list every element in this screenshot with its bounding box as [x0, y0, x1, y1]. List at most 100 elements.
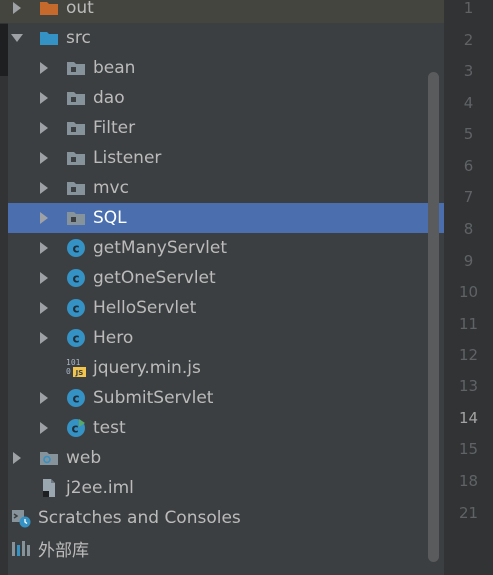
- tree-item-label: out: [66, 0, 94, 18]
- tree-item-scratches-and-consoles[interactable]: Scratches and Consoles: [0, 503, 444, 533]
- tree-item-getmanyservlet[interactable]: c getManyServlet: [0, 233, 444, 263]
- package-icon: [65, 177, 87, 199]
- tree-item-label: SubmitServlet: [93, 388, 214, 408]
- collapsed-arrow-icon[interactable]: [37, 181, 51, 195]
- collapsed-arrow-icon[interactable]: [37, 391, 51, 405]
- collapsed-arrow-icon[interactable]: [37, 241, 51, 255]
- svg-text:c: c: [72, 242, 79, 256]
- tree-item-filter[interactable]: Filter: [0, 113, 444, 143]
- package-icon: [65, 57, 87, 79]
- tree-item-label: test: [93, 418, 126, 438]
- tree-item-helloservlet[interactable]: c HelloServlet: [0, 293, 444, 323]
- expanded-arrow-icon[interactable]: [10, 31, 24, 45]
- tree-item-label: getManyServlet: [93, 238, 227, 258]
- package-icon: [65, 147, 87, 169]
- tree-item-label: SQL: [93, 208, 127, 228]
- line-number: 9: [463, 252, 474, 270]
- line-number: 8: [463, 220, 474, 238]
- tree-item-j2ee-iml[interactable]: j2ee.iml: [0, 473, 444, 503]
- class-icon: c: [65, 297, 87, 319]
- svg-text:c: c: [72, 392, 79, 406]
- line-number: 18: [458, 472, 479, 490]
- svg-text:c: c: [72, 272, 79, 286]
- line-number: 14: [458, 409, 479, 427]
- collapsed-arrow-icon[interactable]: [37, 331, 51, 345]
- package-icon: [65, 117, 87, 139]
- tree-item-label: src: [66, 28, 91, 48]
- line-number: 1: [463, 0, 474, 17]
- tree-item-external-libraries[interactable]: 外部库: [0, 533, 444, 563]
- tree-item-mvc[interactable]: mvc: [0, 173, 444, 203]
- svg-text:JS: JS: [75, 369, 84, 377]
- tree-item-label: Hero: [93, 328, 134, 348]
- collapsed-arrow-icon[interactable]: [37, 421, 51, 435]
- tree-item-label: Scratches and Consoles: [38, 508, 241, 528]
- tree-item-src[interactable]: src: [0, 23, 444, 53]
- tree-item-label: web: [66, 448, 102, 468]
- web-folder-icon: [38, 447, 60, 469]
- line-number: 10: [458, 283, 479, 301]
- libraries-icon: [10, 537, 32, 559]
- collapsed-arrow-icon[interactable]: [37, 301, 51, 315]
- collapsed-arrow-icon[interactable]: [10, 1, 24, 15]
- tree-item-label: 外部库: [38, 540, 89, 561]
- tree-item-label: bean: [93, 58, 136, 78]
- package-icon: [65, 87, 87, 109]
- tree-item-bean[interactable]: bean: [0, 53, 444, 83]
- tree-item-label: jquery.min.js: [93, 358, 201, 378]
- class-icon: c: [65, 267, 87, 289]
- line-number: 5: [463, 125, 474, 143]
- svg-text:0: 0: [66, 367, 71, 376]
- svg-text:101: 101: [66, 358, 81, 367]
- collapsed-arrow-icon[interactable]: [10, 451, 24, 465]
- project-tree[interactable]: out src bean dao Filter Listener mvc SQL c getMan…: [0, 0, 444, 575]
- javascript-file-icon: 101 0 JS: [65, 357, 87, 379]
- source-folder-icon: [38, 27, 60, 49]
- scratches-icon: [10, 507, 32, 529]
- arrow-placeholder: [10, 481, 24, 495]
- line-number: 15: [458, 440, 479, 458]
- collapsed-arrow-icon[interactable]: [37, 211, 51, 225]
- tree-item-sql[interactable]: SQL: [8, 203, 444, 233]
- class-icon: c: [65, 327, 87, 349]
- editor-gutter: 1 2 3 4 5 6 7 8 9 10 11 12 13 14 15 18 21: [444, 0, 493, 575]
- tree-scrollbar[interactable]: [428, 72, 439, 562]
- class-icon: c: [65, 237, 87, 259]
- collapsed-arrow-icon[interactable]: [37, 271, 51, 285]
- line-number: 13: [458, 377, 479, 395]
- svg-text:c: c: [72, 302, 79, 316]
- tree-item-label: mvc: [93, 178, 129, 198]
- tree-item-web[interactable]: web: [0, 443, 444, 473]
- package-icon: [65, 207, 87, 229]
- tree-item-label: Filter: [93, 118, 136, 138]
- tree-item-out[interactable]: out: [0, 0, 444, 23]
- tree-item-listener[interactable]: Listener: [0, 143, 444, 173]
- collapsed-arrow-icon[interactable]: [37, 91, 51, 105]
- collapsed-arrow-icon[interactable]: [37, 151, 51, 165]
- runnable-class-icon: c: [65, 417, 87, 439]
- tree-item-dao[interactable]: dao: [0, 83, 444, 113]
- svg-text:c: c: [72, 332, 79, 346]
- line-number: 12: [458, 346, 479, 364]
- class-icon: c: [65, 387, 87, 409]
- tree-item-label: j2ee.iml: [66, 478, 134, 498]
- line-number: 6: [463, 157, 474, 175]
- line-number: 2: [463, 31, 474, 49]
- svg-text:c: c: [71, 422, 78, 436]
- tree-item-test[interactable]: c test: [0, 413, 444, 443]
- module-file-icon: [38, 477, 60, 499]
- collapsed-arrow-icon[interactable]: [37, 61, 51, 75]
- tree-item-submitservlet[interactable]: c SubmitServlet: [0, 383, 444, 413]
- line-number: 4: [463, 94, 474, 112]
- tree-item-hero[interactable]: c Hero: [0, 323, 444, 353]
- tree-item-label: HelloServlet: [93, 298, 197, 318]
- tree-item-label: Listener: [93, 148, 162, 168]
- tree-item-label: dao: [93, 88, 125, 108]
- arrow-placeholder: [37, 361, 51, 375]
- tree-item-getoneservlet[interactable]: c getOneServlet: [0, 263, 444, 293]
- tree-item-jquery-min-js[interactable]: 101 0 JS jquery.min.js: [0, 353, 444, 383]
- line-number: 7: [463, 188, 474, 206]
- collapsed-arrow-icon[interactable]: [37, 121, 51, 135]
- excluded-folder-icon: [38, 0, 60, 19]
- line-number: 11: [458, 315, 479, 333]
